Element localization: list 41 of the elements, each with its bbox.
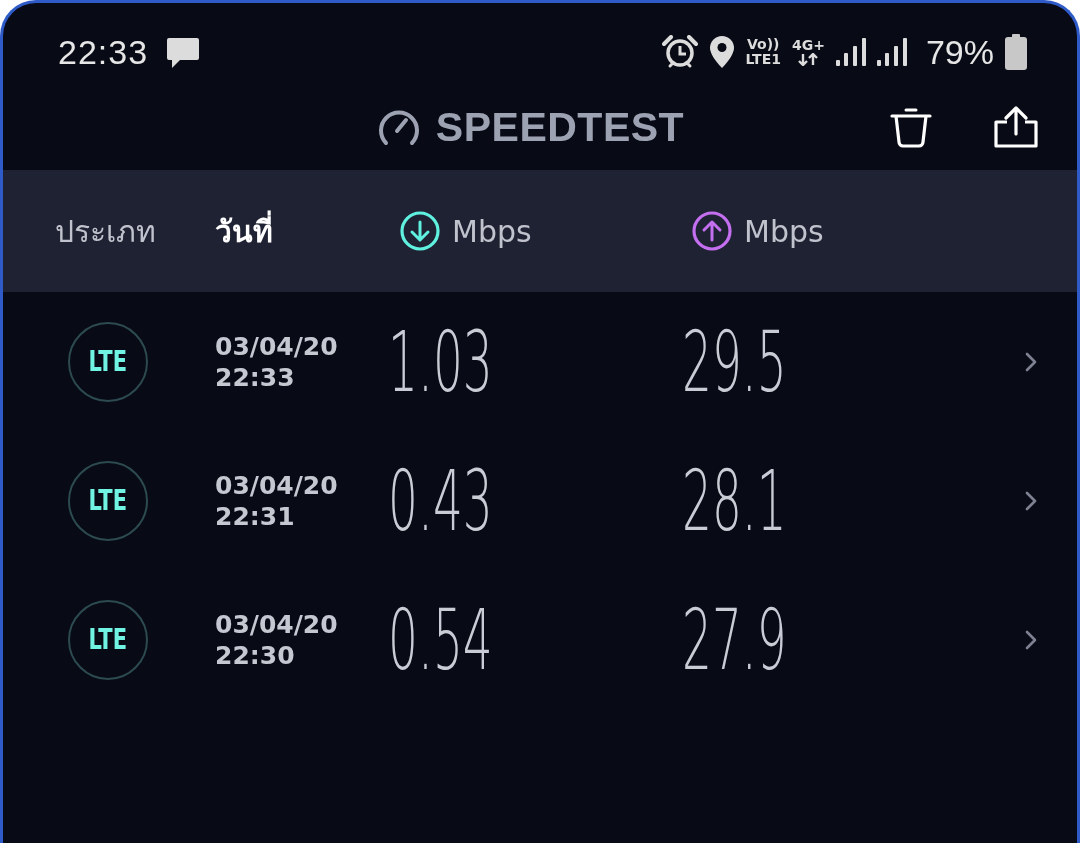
column-header[interactable]: Mbps: [388, 211, 532, 251]
battery-percent: 79%: [925, 32, 994, 72]
message-icon: [166, 35, 201, 69]
column-header[interactable]: วันที่: [215, 207, 273, 255]
delete-button[interactable]: [890, 106, 932, 148]
upload-speed: 29.5: [682, 319, 787, 404]
trash-icon: [890, 106, 932, 148]
volte-label: LTE1: [745, 52, 781, 67]
network-type-label: 4G+: [791, 38, 825, 53]
chevron-right-icon[interactable]: [1025, 629, 1037, 650]
connection-type-badge: LTE: [68, 321, 148, 402]
download-speed: 0.43: [388, 458, 493, 543]
upload-icon: [692, 211, 732, 251]
alarm-clock-icon: [661, 35, 698, 69]
connection-type-badge: LTE: [68, 460, 148, 541]
test-date: 03/04/20: [215, 608, 338, 640]
status-time: 22:33: [58, 32, 149, 72]
test-date: 03/04/20: [215, 330, 338, 362]
column-header[interactable]: ประเภท: [55, 207, 156, 255]
location-pin-icon: [708, 35, 735, 69]
column-header[interactable]: Mbps: [682, 211, 824, 251]
test-date: 03/04/20: [215, 469, 338, 501]
share-button[interactable]: [994, 106, 1038, 148]
download-speed: 1.03: [388, 319, 493, 404]
signal-bars-icon: [835, 38, 866, 66]
test-time: 22:33: [215, 361, 295, 393]
upload-speed: 27.9: [682, 597, 787, 682]
test-time: 22:30: [215, 639, 295, 671]
signal-bars-icon: [876, 38, 907, 66]
connection-type-badge: LTE: [68, 599, 148, 680]
share-icon: [994, 106, 1038, 148]
data-arrows-icon: [797, 53, 820, 66]
download-icon: [400, 211, 440, 251]
download-speed: 0.54: [388, 597, 493, 682]
upload-speed: 28.1: [682, 458, 787, 543]
chevron-right-icon[interactable]: [1025, 490, 1037, 511]
test-time: 22:31: [215, 500, 295, 532]
app-title: SPEEDTEST: [435, 103, 685, 151]
battery-icon: [1005, 34, 1027, 70]
chevron-right-icon[interactable]: [1025, 351, 1037, 372]
volte-label: Vo)): [747, 37, 780, 52]
